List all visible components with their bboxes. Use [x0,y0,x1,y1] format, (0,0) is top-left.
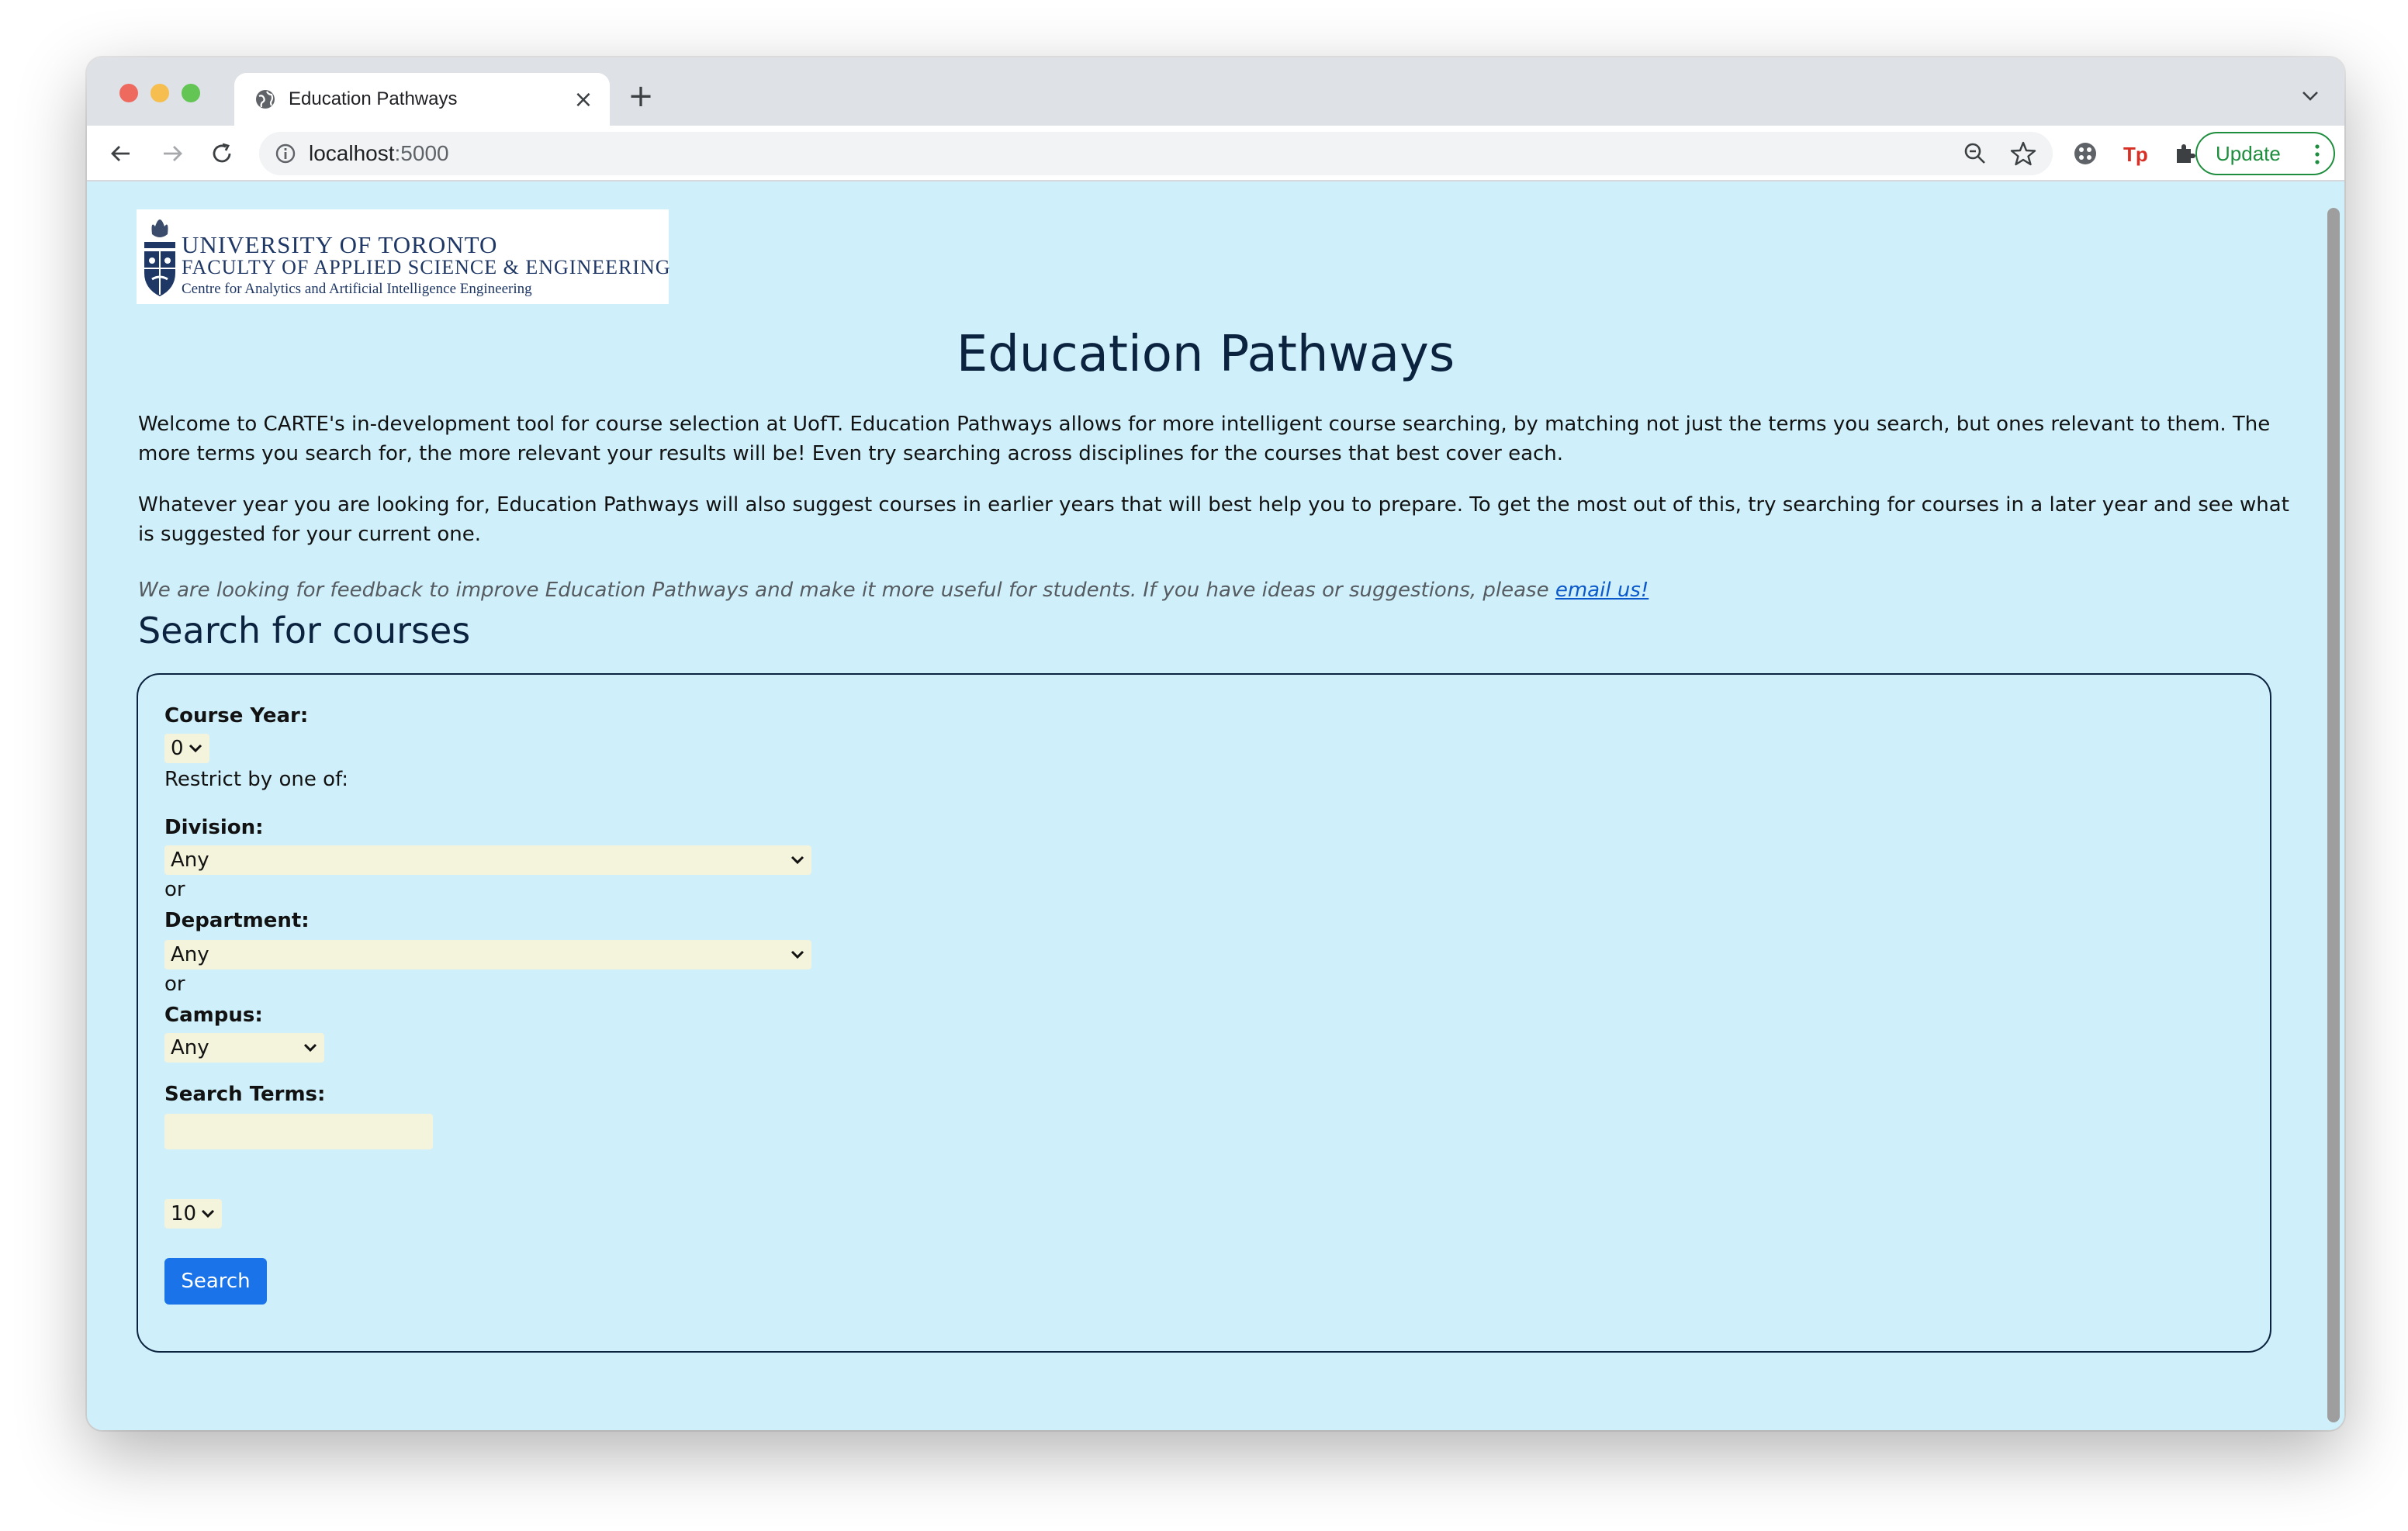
extension-film-icon[interactable] [2071,140,2099,168]
maximize-window-button[interactable] [182,84,200,102]
feedback-paragraph: We are looking for feedback to improve E… [138,575,2295,605]
extensions-puzzle-icon[interactable] [2171,140,2199,168]
course-year-select[interactable]: 0 [164,734,209,763]
chevron-down-icon [303,1043,317,1052]
search-terms-label: Search Terms: [164,1083,326,1106]
back-arrow-icon[interactable] [106,138,137,169]
globe-icon [256,90,275,109]
restrict-text: Restrict by one of: [164,768,348,791]
scrollbar[interactable] [2321,181,2344,1430]
site-info-icon[interactable] [275,143,296,164]
uoft-logo: UNIVERSITY OF TORONTO FACULTY OF APPLIED… [137,209,671,304]
campus-select[interactable]: Any [164,1033,324,1063]
tab-education-pathways[interactable]: Education Pathways × [234,73,610,126]
intro-paragraph-2: Whatever year you are looking for, Educa… [138,493,2289,546]
results-count-value: 10 [171,1202,197,1225]
browser-window: Education Pathways × + localhost:5000 Tp… [87,57,2344,1430]
search-button[interactable]: Search [164,1258,267,1305]
department-select[interactable]: Any [164,940,811,969]
intro-paragraph-1: Welcome to CARTE's in-development tool f… [138,413,2271,465]
chevron-down-icon [201,1209,215,1218]
new-tab-icon[interactable]: + [625,78,656,114]
bookmark-star-icon[interactable] [2009,140,2037,168]
search-form: Course Year: 0 Restrict by one of: Divis… [137,673,2271,1353]
page-title: Education Pathways [956,326,1455,383]
or-text: or [164,878,185,901]
browser-toolbar: localhost:5000 Tp Update [87,126,2344,181]
logo-line-3: Centre for Analytics and Artificial Inte… [182,281,532,297]
scrollbar-thumb[interactable] [2327,208,2340,1422]
results-count-select[interactable]: 10 [164,1199,222,1229]
minimize-window-button[interactable] [150,84,169,102]
department-value: Any [171,943,209,966]
or-text: or [164,973,185,996]
close-window-button[interactable] [119,84,138,102]
page-viewport: UNIVERSITY OF TORONTO FACULTY OF APPLIED… [87,181,2344,1430]
logo-line-2: FACULTY OF APPLIED SCIENCE & ENGINEERING [182,256,671,278]
crest-icon [144,219,175,296]
zoom-icon[interactable] [1963,141,1988,166]
division-select[interactable]: Any [164,845,811,875]
extension-tp-icon[interactable]: Tp [2121,140,2149,168]
chevron-down-icon [791,950,804,959]
campus-label: Campus: [164,1004,263,1027]
update-button[interactable]: Update [2195,132,2335,175]
svg-text:Tp: Tp [2123,143,2148,166]
tab-close-icon[interactable]: × [571,86,596,113]
update-label: Update [2216,141,2281,165]
address-bar[interactable]: localhost:5000 [259,132,2053,175]
course-year-value: 0 [171,737,184,760]
logo-line-1: UNIVERSITY OF TORONTO [182,231,498,258]
division-value: Any [171,848,209,872]
tab-strip: Education Pathways × + [87,57,2344,126]
department-label: Department: [164,909,310,932]
more-vertical-icon [2315,144,2320,164]
search-terms-input[interactable] [164,1114,433,1149]
email-us-link[interactable]: email us! [1555,579,1649,602]
forward-arrow-icon[interactable] [157,138,188,169]
search-section-title: Search for courses [138,610,471,651]
division-label: Division: [164,816,264,839]
course-year-label: Course Year: [164,704,309,727]
tab-search-chevron-icon[interactable] [2296,82,2324,110]
campus-value: Any [171,1036,209,1059]
chevron-down-icon [189,744,202,753]
feedback-text: We are looking for feedback to improve E… [138,579,1555,602]
reload-icon[interactable] [206,138,237,169]
chevron-down-icon [791,855,804,865]
url-text: localhost:5000 [309,141,449,165]
tab-title: Education Pathways [289,88,458,109]
